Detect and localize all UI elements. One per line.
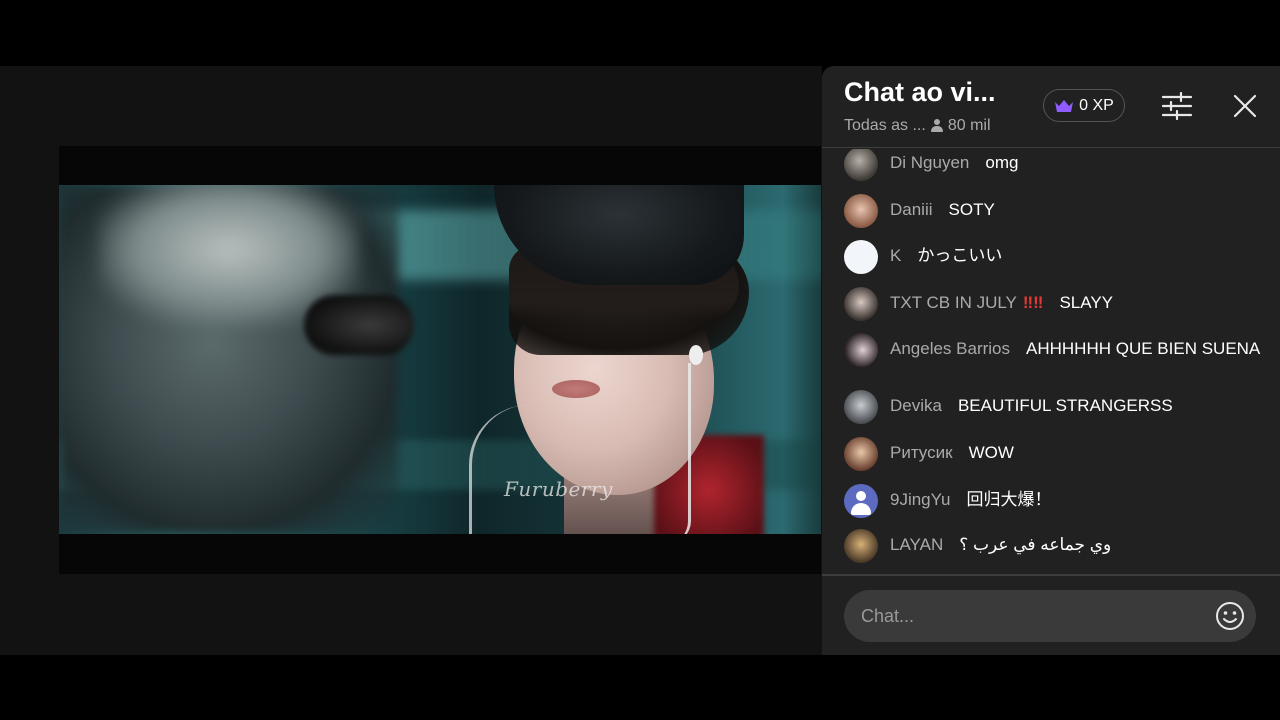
chat-filter-label[interactable]: Todas as ... [844,117,926,135]
sliders-icon[interactable] [1160,91,1194,121]
person-icon [930,119,944,133]
video-watermark: Furuberry [504,477,613,501]
message-text: かっこいい [917,246,1003,265]
crown-icon [1055,99,1074,112]
chat-message[interactable]: Devika BEAUTIFUL STRANGERSS [844,390,1264,424]
avatar[interactable] [844,240,878,274]
main-person [454,185,774,534]
message-body: K かっこいい [890,240,1002,266]
smiley-icon[interactable] [1215,601,1245,631]
avatar[interactable] [844,390,878,424]
chat-subtitle[interactable]: Todas as ... 80 mil [844,117,991,135]
chat-message[interactable]: Di Nguyen omg [844,149,1264,181]
default-user-body [851,503,871,515]
message-body: LAYAN وي جماعه في عرب ؟ [890,529,1111,555]
avatar[interactable] [844,287,878,321]
earbud-icon [689,345,703,365]
avatar[interactable] [844,529,878,563]
chat-message-list[interactable]: Di Nguyen omg Daniii SOTY K かっこいい TXT CB IN… [822,149,1280,574]
message-text: SLAYY [1059,293,1114,312]
avatar[interactable] [844,437,878,471]
xp-label: 0 XP [1079,96,1114,114]
default-user-icon [856,491,866,501]
message-text: BEAUTIFUL STRANGERSS [957,396,1173,415]
double-exclamation-icon: ‼‼ [1022,293,1044,312]
chat-input[interactable] [844,590,1256,642]
message-text: omg [985,153,1019,172]
message-body: Di Nguyen omg [890,149,1018,173]
message-text: AHHHHHH QUE BIEN SUENA [1026,339,1261,358]
chat-message[interactable]: TXT CB IN JULY ‼‼ SLAYY [844,287,1264,321]
chat-title[interactable]: Chat ao vi... [844,77,996,108]
top-black-bar [0,0,1280,66]
message-author[interactable]: 9JingYu [890,490,951,509]
close-icon[interactable] [1230,91,1260,121]
message-text: SOTY [948,200,995,219]
earbud-wire-left [469,405,549,534]
message-author[interactable]: Di Nguyen [890,153,969,172]
message-author[interactable]: TXT CB IN JULY ‼‼ [890,293,1043,312]
earbud-wire [669,363,691,534]
person-lips [552,380,600,398]
message-text: وي جماعه في عرب ؟ [959,535,1112,554]
chat-message[interactable]: K かっこいい [844,240,1264,274]
message-body: Ритусик WOW [890,437,1014,463]
bottom-black-bar [0,655,1280,720]
avatar[interactable] [844,484,878,518]
chat-message[interactable]: Ритусик WOW [844,437,1264,471]
chat-message[interactable]: 9JingYu 回归大爆！ [844,484,1264,518]
chat-message[interactable]: Angeles Barrios AHHHHHH QUE BIEN SUENA [844,333,1264,367]
message-body: Devika BEAUTIFUL STRANGERSS [890,390,1173,416]
message-author[interactable]: LAYAN [890,535,943,554]
chat-message[interactable]: LAYAN وي جماعه في عرب ؟ [844,529,1264,563]
avatar[interactable] [844,333,878,367]
viewer-count: 80 mil [947,117,991,134]
message-body: Angeles Barrios AHHHHHH QUE BIEN SUENA [890,333,1260,359]
live-chat-panel: Chat ao vi... Todas as ... 80 mil 0 XP D… [822,66,1280,655]
xp-badge-button[interactable]: 0 XP [1043,89,1125,122]
message-body: Daniii SOTY [890,194,995,220]
message-body: 9JingYu 回归大爆！ [890,484,1052,510]
chat-header: Chat ao vi... Todas as ... 80 mil 0 XP [822,66,1280,148]
camera-object [304,295,414,355]
message-author[interactable]: Ритусик [890,443,953,462]
message-text: 回归大爆！ [966,490,1052,509]
message-author[interactable]: Devika [890,396,942,415]
message-author[interactable]: Daniii [890,200,933,219]
avatar[interactable] [844,149,878,181]
author-name: TXT CB IN JULY [890,293,1017,312]
message-body: TXT CB IN JULY ‼‼ SLAYY [890,287,1113,313]
message-author[interactable]: Angeles Barrios [890,339,1010,358]
avatar[interactable] [844,194,878,228]
composer-divider [822,574,1280,576]
chat-message[interactable]: Daniii SOTY [844,194,1264,228]
video-frame[interactable]: Furuberry [59,185,821,534]
message-text: WOW [968,443,1014,462]
message-author[interactable]: K [890,246,901,265]
